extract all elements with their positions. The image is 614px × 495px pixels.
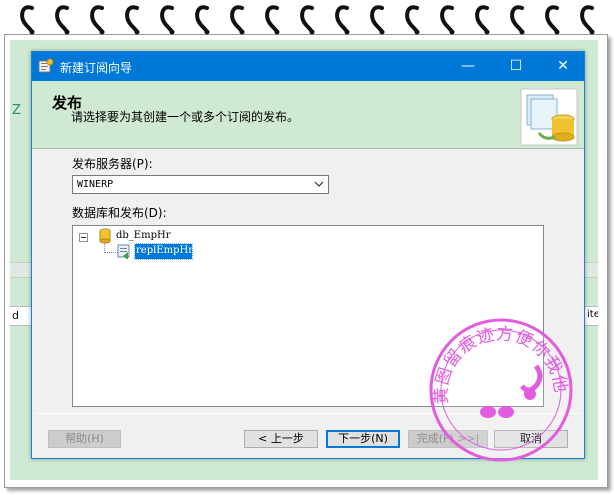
publication-wizard-icon: [519, 87, 579, 147]
tree-node-publication[interactable]: replEmpHr: [134, 243, 193, 260]
background-d-text: d: [12, 309, 19, 322]
maximize-icon: ☐: [509, 58, 523, 74]
databases-label: 数据库和发布(D):: [72, 206, 167, 220]
dialog-title: 新建订阅向导: [60, 61, 133, 75]
maximize-button[interactable]: ☐: [493, 52, 539, 81]
publication-icon: [117, 243, 131, 260]
collapse-toggle-icon[interactable]: [79, 231, 88, 242]
binder-ring: [158, 2, 178, 36]
binder-ring: [578, 2, 598, 36]
minimize-icon: —: [461, 58, 475, 74]
binder-ring: [333, 2, 353, 36]
page-subtitle: 请选择要为其创建一个或多个订阅的发布。: [71, 110, 300, 124]
back-button[interactable]: < 上一步: [244, 430, 318, 448]
binder-ring: [403, 2, 423, 36]
wizard-app-icon: [38, 58, 54, 74]
background-z-text: Z: [12, 103, 21, 118]
help-button[interactable]: 帮助(H): [48, 430, 121, 448]
publisher-selected-value: WINERP: [77, 179, 114, 190]
tree-node-database[interactable]: db_EmpHr: [116, 230, 171, 241]
minimize-button[interactable]: —: [445, 52, 491, 81]
binder-ring: [53, 2, 73, 36]
binder-ring: [123, 2, 143, 36]
binder-ring: [298, 2, 318, 36]
binder-ring: [543, 2, 563, 36]
close-icon: ✕: [557, 58, 569, 74]
binder-ring: [18, 2, 38, 36]
publisher-dropdown[interactable]: WINERP: [72, 175, 329, 194]
binder-ring: [263, 2, 283, 36]
tree-connector: [104, 242, 118, 253]
binder-ring: [88, 2, 108, 36]
binder-ring: [508, 2, 528, 36]
watermark-stamp: 黄图留痕迹方便你我他: [426, 306, 574, 464]
background-right-text: ite: [587, 309, 598, 320]
binder-ring: [438, 2, 458, 36]
binder-ring: [368, 2, 388, 36]
next-button[interactable]: 下一步(N): [326, 430, 400, 448]
binder-rings: [0, 0, 614, 40]
publisher-label: 发布服务器(P):: [72, 157, 153, 171]
binder-ring: [193, 2, 213, 36]
close-button[interactable]: ✕: [540, 52, 586, 81]
chevron-down-icon: [313, 176, 325, 193]
binder-ring: [228, 2, 248, 36]
binder-ring: [473, 2, 493, 36]
